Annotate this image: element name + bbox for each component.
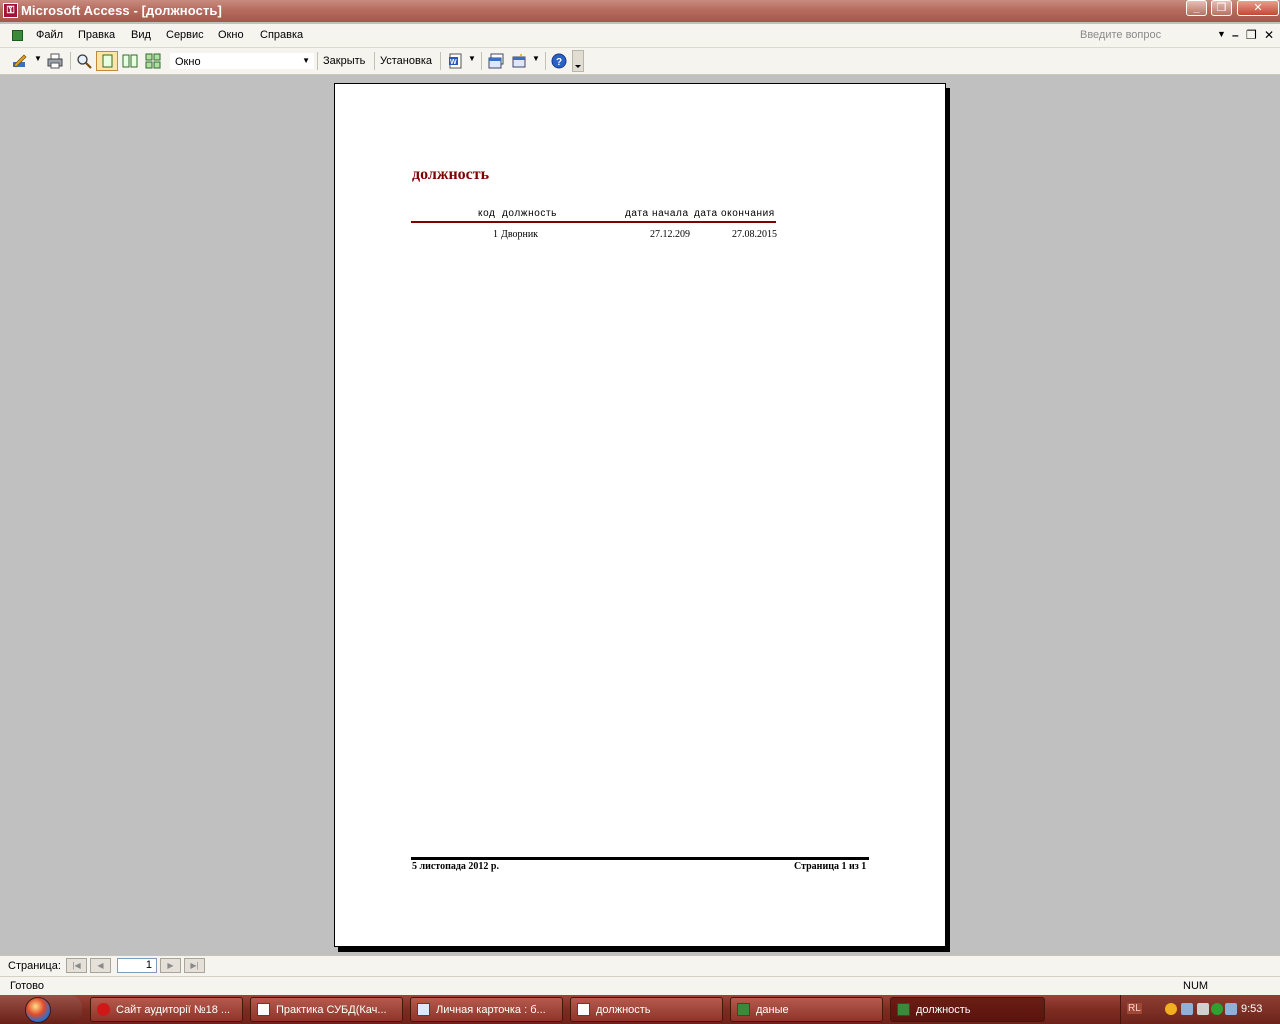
chevron-down-icon[interactable]: ▼	[532, 54, 540, 63]
network-icon[interactable]	[1181, 1003, 1193, 1015]
close-preview-button[interactable]: Закрыть	[323, 55, 365, 67]
toolbar-separator	[374, 52, 375, 70]
close-button[interactable]: ✕	[1237, 0, 1279, 16]
help-question-input[interactable]: Введите вопрос	[1080, 29, 1228, 41]
report-title: должность	[412, 166, 490, 183]
menu-tools[interactable]: Сервис	[166, 29, 204, 41]
status-bar: Готово NUM	[0, 976, 1280, 996]
taskbar-item-access-data[interactable]: даные	[730, 997, 883, 1022]
volume-icon[interactable]	[1197, 1003, 1209, 1015]
clock[interactable]: 9:53	[1241, 1003, 1262, 1015]
multiple-pages-icon[interactable]	[145, 53, 161, 69]
chrome-tray-icon[interactable]	[1165, 1003, 1177, 1015]
page-setup-button[interactable]: Установка	[380, 55, 432, 67]
page-label: Страница:	[8, 960, 61, 972]
toolbar-separator	[440, 52, 441, 70]
database-window-icon[interactable]	[12, 30, 23, 41]
header-divider	[411, 221, 776, 223]
chevron-down-icon[interactable]: ▼	[34, 54, 42, 63]
table-icon	[577, 1003, 590, 1016]
database-window-icon[interactable]	[488, 53, 504, 69]
report-page[interactable]: должность код должность дата начала дата…	[334, 83, 946, 947]
toolbar-separator	[481, 52, 482, 70]
print-preview-toolbar: ▼ Окно ▼ Закрыть Установка W ▼ ▼ ?	[0, 48, 1280, 75]
design-view-icon[interactable]	[12, 53, 28, 69]
page-number-input[interactable]: 1	[117, 958, 157, 973]
zoom-select[interactable]: Окно ▼	[169, 52, 315, 70]
mdi-close-button[interactable]: ✕	[1264, 28, 1274, 42]
minimize-button[interactable]: _	[1186, 0, 1207, 16]
opera-icon	[97, 1003, 110, 1016]
header-position: должность	[502, 208, 557, 219]
window-title: Microsoft Access - [должность]	[21, 3, 222, 18]
menu-window[interactable]: Окно	[218, 29, 244, 41]
taskbar: Сайт аудиторії №18 ... Практика СУБД(Кач…	[0, 995, 1280, 1024]
chevron-down-icon[interactable]: ▼	[468, 54, 476, 63]
form-icon	[417, 1003, 430, 1016]
chevron-down-icon[interactable]: ▼	[302, 56, 310, 65]
svg-text:?: ?	[556, 57, 562, 68]
header-start-date: дата начала	[625, 208, 689, 219]
mdi-restore-button[interactable]: ❐	[1246, 28, 1257, 42]
toolbar-options-icon[interactable]	[572, 50, 584, 72]
magnifier-icon[interactable]	[76, 53, 92, 69]
access-icon	[737, 1003, 750, 1016]
menu-file[interactable]: Файл	[36, 29, 63, 41]
help-icon[interactable]: ?	[551, 53, 567, 69]
cell-end-date: 27.08.2015	[732, 229, 777, 240]
record-navigation-bar: Страница: |◀ ◀ 1 ▶ ▶|	[0, 955, 1280, 976]
printer-icon[interactable]	[47, 53, 63, 69]
taskbar-item-opera[interactable]: Сайт аудиторії №18 ...	[90, 997, 243, 1022]
num-lock-indicator: NUM	[1183, 980, 1209, 992]
start-button[interactable]	[0, 995, 82, 1024]
toolbar-separator	[70, 52, 71, 70]
menu-view[interactable]: Вид	[131, 29, 151, 41]
zoom-value: Окно	[175, 56, 201, 68]
windows-logo-icon	[25, 997, 51, 1023]
word-icon	[257, 1003, 270, 1016]
cell-position: Дворник	[501, 229, 539, 240]
previous-page-button[interactable]: ◀	[90, 958, 111, 973]
status-text: Готово	[10, 980, 44, 992]
taskbar-item-word[interactable]: Практика СУБД(Кач...	[250, 997, 403, 1022]
toolbar-separator	[317, 52, 318, 70]
menu-help[interactable]: Справка	[260, 29, 303, 41]
menu-bar: Файл Правка Вид Сервис Окно Справка Введ…	[0, 24, 1280, 48]
one-page-icon[interactable]	[96, 51, 118, 71]
taskbar-item-table[interactable]: должность	[570, 997, 723, 1022]
svg-text:W: W	[450, 59, 457, 66]
new-object-icon[interactable]	[511, 53, 527, 69]
language-indicator[interactable]: RL	[1127, 1003, 1142, 1014]
taskbar-item-form[interactable]: Личная карточка : б...	[410, 997, 563, 1022]
media-icon[interactable]	[1211, 1003, 1223, 1015]
last-page-button[interactable]: ▶|	[184, 958, 205, 973]
menu-edit[interactable]: Правка	[78, 29, 115, 41]
two-pages-icon[interactable]	[122, 53, 138, 69]
footer-page-number: Страница 1 из 1	[794, 861, 867, 872]
mdi-minimize-button[interactable]: –	[1232, 28, 1239, 42]
next-page-button[interactable]: ▶	[160, 958, 181, 973]
footer-date: 5 листопада 2012 р.	[412, 861, 499, 872]
access-key-icon: ⚿	[3, 3, 18, 18]
access-icon	[897, 1003, 910, 1016]
system-tray: RL 9:53	[1120, 995, 1280, 1024]
word-export-icon[interactable]: W	[448, 53, 464, 69]
footer-divider	[411, 857, 869, 860]
cell-code: 1	[493, 229, 498, 240]
header-end-date: дата окончания	[694, 208, 775, 219]
first-page-button[interactable]: |◀	[66, 958, 87, 973]
toolbar-separator	[545, 52, 546, 70]
restore-button[interactable]: ❐	[1211, 0, 1232, 16]
display-icon[interactable]	[1225, 1003, 1237, 1015]
cell-start-date: 27.12.209	[650, 229, 690, 240]
taskbar-item-access-report[interactable]: должность	[890, 997, 1045, 1022]
header-code: код	[478, 208, 496, 219]
title-bar: ⚿ Microsoft Access - [должность] _ ❐ ✕	[0, 0, 1280, 22]
chevron-down-icon[interactable]: ▼	[1217, 29, 1226, 39]
